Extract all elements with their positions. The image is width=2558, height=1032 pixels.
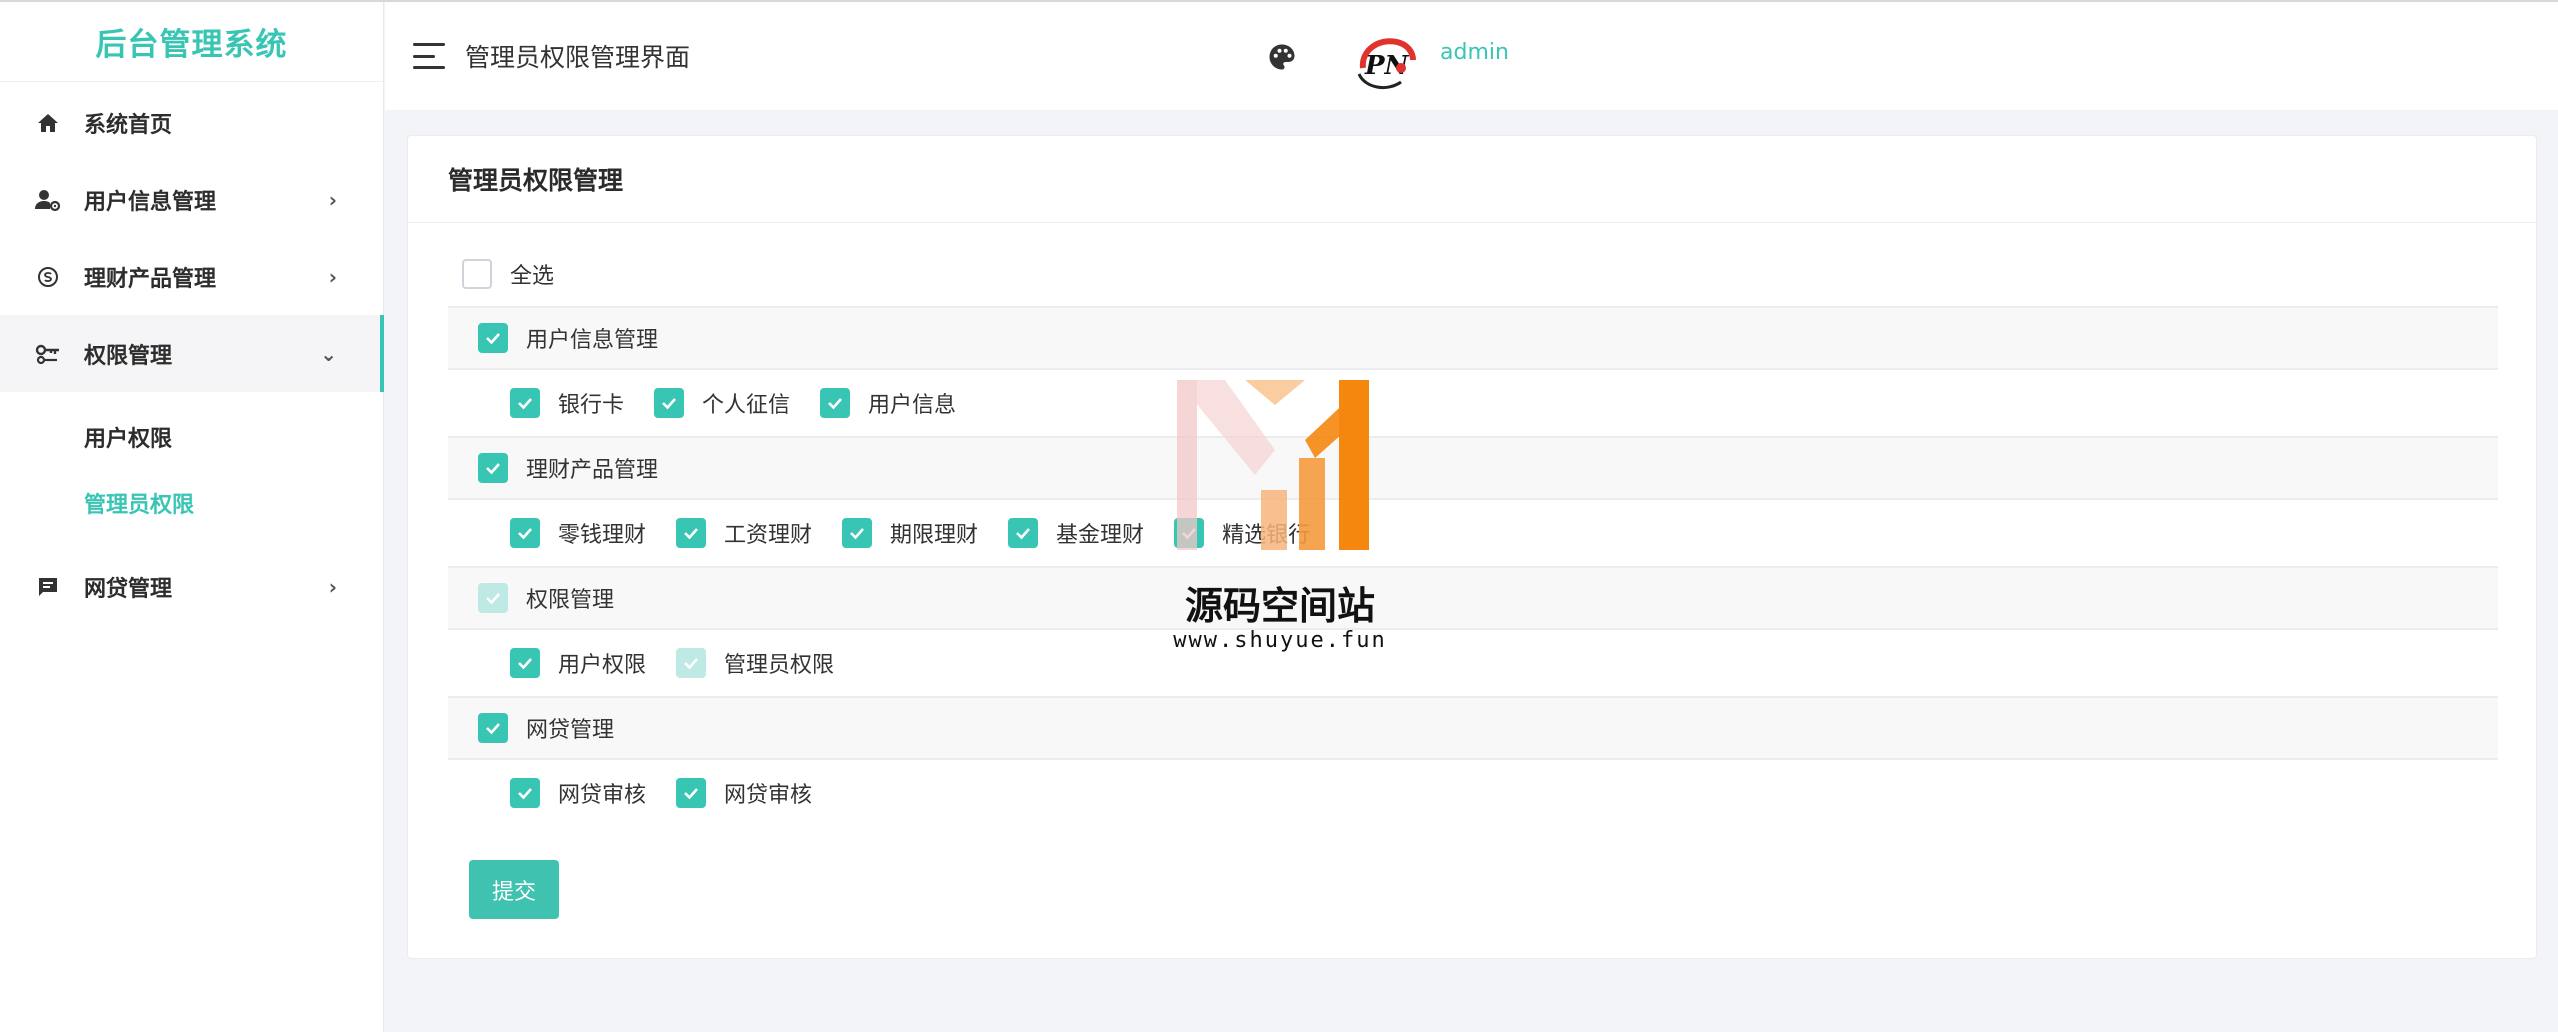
child-label: 管理员权限 — [724, 653, 835, 678]
child-checkbox[interactable] — [676, 778, 707, 808]
menu-toggle-icon[interactable] — [413, 43, 445, 69]
child-checkbox[interactable] — [1008, 518, 1039, 548]
sidebar-item-loans[interactable]: 网贷管理 › — [0, 548, 383, 625]
group-row: 权限管理 — [448, 566, 2498, 630]
submenu-item-admin-permission[interactable]: 管理员权限 — [0, 470, 383, 536]
message-icon — [34, 573, 62, 601]
palette-icon[interactable] — [1267, 42, 1297, 76]
sidebar-item-label: 系统首页 — [84, 112, 173, 138]
sidebar-item-user-info[interactable]: 用户信息管理 › — [0, 161, 383, 238]
child-permission[interactable]: 管理员权限 — [676, 647, 834, 679]
group-label[interactable]: 用户信息管理 — [526, 322, 658, 354]
user-gear-icon — [34, 186, 62, 214]
group-row: 理财产品管理 — [448, 436, 2498, 500]
group-label[interactable]: 网贷管理 — [526, 712, 614, 744]
sidebar-item-label: 权限管理 — [84, 343, 173, 369]
children-row: 银行卡 个人征信 用户信息 — [448, 370, 2498, 436]
child-label: 网贷审核 — [724, 783, 813, 808]
child-permission[interactable]: 银行卡 — [510, 387, 624, 419]
child-permission[interactable]: 网贷审核 — [510, 777, 646, 809]
child-checkbox[interactable] — [510, 518, 540, 548]
sidebar-item-label: 网贷管理 — [84, 576, 173, 602]
card-title: 管理员权限管理 — [408, 136, 2536, 223]
watermark-url: www.shuyue.fun — [1173, 628, 1387, 653]
finance-icon — [34, 263, 62, 291]
select-all-label[interactable]: 全选 — [510, 258, 554, 290]
submit-button[interactable]: 提交 — [469, 860, 559, 919]
sidebar: 后台管理系统 系统首页 用户信息管理 › 理财产品管理 › 权限管理 ⌄ 用户权… — [0, 2, 384, 1032]
group-checkbox[interactable] — [478, 323, 508, 353]
app-title: 后台管理系统 — [0, 2, 383, 82]
children-row: 网贷审核 网贷审核 — [448, 760, 2498, 826]
username[interactable]: admin — [1440, 40, 1509, 65]
child-label: 工资理财 — [724, 523, 813, 548]
child-permission[interactable]: 工资理财 — [676, 517, 812, 549]
header: 管理员权限管理界面 PN admin — [385, 2, 2558, 110]
sidebar-item-label: 用户信息管理 — [84, 189, 217, 215]
chevron-right-icon: › — [328, 187, 337, 212]
group-label[interactable]: 理财产品管理 — [526, 452, 658, 484]
child-label: 用户信息 — [868, 393, 957, 418]
home-icon — [34, 109, 62, 137]
child-label: 用户权限 — [558, 653, 647, 678]
child-permission[interactable]: 期限理财 — [842, 517, 978, 549]
child-label: 银行卡 — [558, 393, 625, 418]
page-title: 管理员权限管理界面 — [465, 43, 691, 72]
sidebar-item-home[interactable]: 系统首页 — [0, 84, 383, 161]
chevron-down-icon: ⌄ — [320, 341, 337, 366]
child-label: 零钱理财 — [558, 523, 647, 548]
group-checkbox[interactable] — [478, 583, 508, 613]
select-all-checkbox[interactable] — [462, 259, 492, 289]
watermark-logo-icon — [1177, 380, 1369, 550]
chevron-right-icon: › — [328, 574, 337, 599]
child-permission[interactable]: 个人征信 — [654, 387, 790, 419]
key-icon — [34, 340, 62, 368]
group-checkbox[interactable] — [478, 713, 508, 743]
child-checkbox[interactable] — [510, 648, 540, 678]
group-checkbox[interactable] — [478, 453, 508, 483]
child-checkbox[interactable] — [676, 648, 707, 678]
avatar[interactable]: PN — [1351, 28, 1419, 96]
child-checkbox[interactable] — [510, 778, 540, 808]
child-label: 期限理财 — [890, 523, 979, 548]
child-label: 个人征信 — [702, 393, 791, 418]
chevron-right-icon: › — [328, 264, 337, 289]
child-checkbox[interactable] — [510, 388, 540, 418]
child-checkbox[interactable] — [654, 388, 685, 418]
child-permission[interactable]: 零钱理财 — [510, 517, 646, 549]
watermark-name: 源码空间站 — [1184, 584, 1375, 628]
child-checkbox[interactable] — [842, 518, 873, 548]
group-row: 用户信息管理 — [448, 306, 2498, 370]
sidebar-item-finance[interactable]: 理财产品管理 › — [0, 238, 383, 315]
children-row: 用户权限 管理员权限 — [448, 630, 2498, 696]
children-row: 零钱理财 工资理财 期限理财 基金理财 精选银行 — [448, 500, 2498, 566]
group-row: 网贷管理 — [448, 696, 2498, 760]
child-label: 基金理财 — [1056, 523, 1145, 548]
child-permission[interactable]: 用户权限 — [510, 647, 646, 679]
child-checkbox[interactable] — [820, 388, 851, 418]
sidebar-item-label: 理财产品管理 — [84, 266, 217, 292]
child-label: 网贷审核 — [558, 783, 647, 808]
watermark: 源码空间站 www.shuyue.fun — [1165, 370, 1395, 660]
select-all-row: 全选 — [448, 242, 2498, 306]
child-permission[interactable]: 用户信息 — [820, 387, 956, 419]
sidebar-item-permissions[interactable]: 权限管理 ⌄ — [0, 315, 384, 392]
child-permission[interactable]: 网贷审核 — [676, 777, 812, 809]
child-checkbox[interactable] — [676, 518, 707, 548]
child-permission[interactable]: 基金理财 — [1008, 517, 1144, 549]
group-label[interactable]: 权限管理 — [526, 582, 614, 614]
submenu-item-user-permission[interactable]: 用户权限 — [0, 404, 383, 470]
permission-tree: 全选 用户信息管理 银行卡 个人征信 用户信息 理财产品管理 零钱理财 工资理财… — [448, 242, 2498, 826]
permissions-card: 管理员权限管理 全选 用户信息管理 银行卡 个人征信 用户信息 理财产品管理 零… — [407, 135, 2537, 959]
